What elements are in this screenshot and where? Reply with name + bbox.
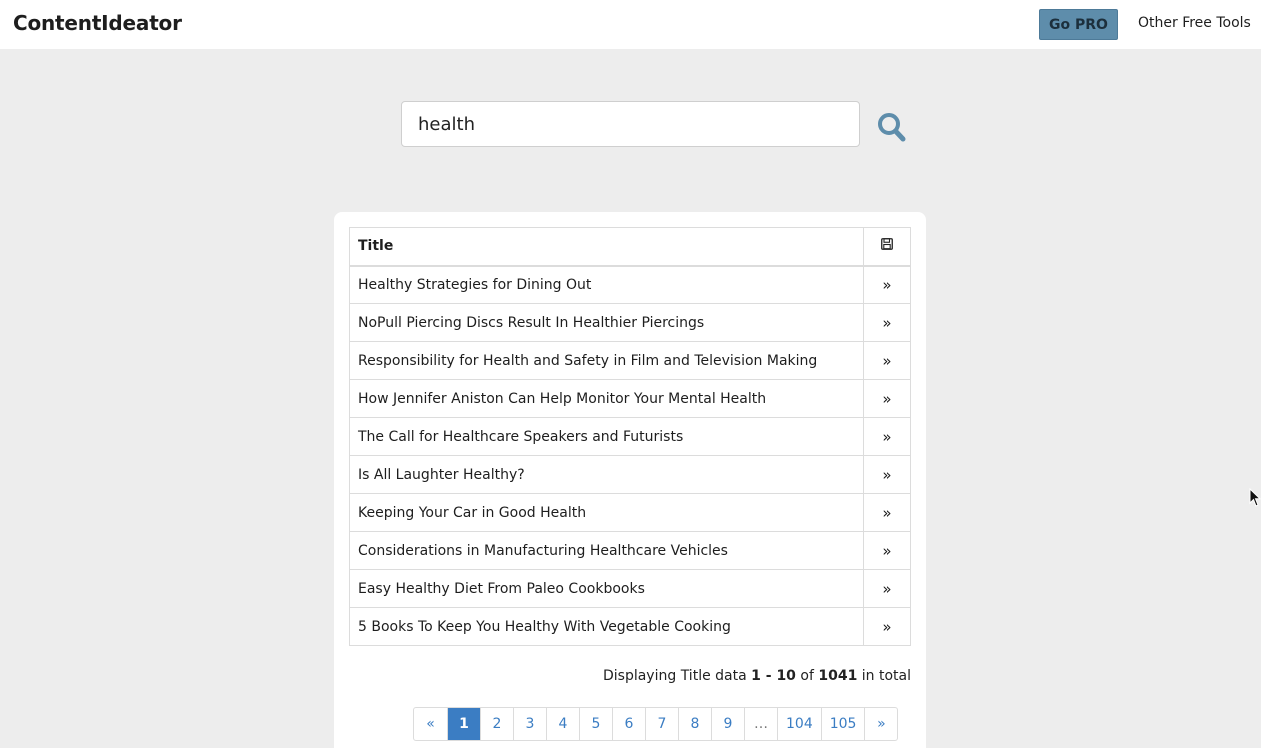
pagination-page-3[interactable]: 3 [513, 708, 546, 740]
row-open-button[interactable]: » [863, 607, 911, 646]
table-row: Keeping Your Car in Good Health» [349, 493, 911, 532]
pagination-ellipsis: … [744, 708, 777, 740]
pagination-page-6[interactable]: 6 [612, 708, 645, 740]
results-table: Title Healthy Strategies for Dining Out»… [349, 227, 911, 646]
table-row: The Call for Healthcare Speakers and Fut… [349, 417, 911, 456]
search-input[interactable] [401, 101, 860, 147]
table-row: How Jennifer Aniston Can Help Monitor Yo… [349, 379, 911, 418]
pagination-page-2[interactable]: 2 [480, 708, 513, 740]
top-navbar: ContentIdeator Go PRO Other Free Tools [0, 0, 1261, 49]
table-row: Considerations in Manufacturing Healthca… [349, 531, 911, 570]
row-title[interactable]: Considerations in Manufacturing Healthca… [349, 531, 864, 570]
table-row: Easy Healthy Diet From Paleo Cookbooks» [349, 569, 911, 608]
pagination-page-4[interactable]: 4 [546, 708, 579, 740]
row-open-button[interactable]: » [863, 455, 911, 494]
row-open-button[interactable]: » [863, 265, 911, 304]
table-header-row: Title [349, 227, 911, 267]
row-title[interactable]: Keeping Your Car in Good Health [349, 493, 864, 532]
row-open-button[interactable]: » [863, 303, 911, 342]
results-card: Title Healthy Strategies for Dining Out»… [334, 212, 926, 748]
row-title[interactable]: The Call for Healthcare Speakers and Fut… [349, 417, 864, 456]
row-open-button[interactable]: » [863, 569, 911, 608]
pagination-page-5[interactable]: 5 [579, 708, 612, 740]
row-open-button[interactable]: » [863, 341, 911, 380]
save-icon [881, 238, 893, 251]
pagination-page-9[interactable]: 9 [711, 708, 744, 740]
other-free-tools-link[interactable]: Other Free Tools [1138, 15, 1251, 31]
row-title[interactable]: Healthy Strategies for Dining Out [349, 265, 864, 304]
pagination-next[interactable]: » [864, 708, 897, 740]
row-open-button[interactable]: » [863, 417, 911, 456]
table-row: Is All Laughter Healthy?» [349, 455, 911, 494]
summary-prefix: Displaying Title data [602, 668, 752, 684]
save-all-button[interactable] [863, 227, 911, 267]
table-row: Responsibility for Health and Safety in … [349, 341, 911, 380]
row-open-button[interactable]: » [863, 531, 911, 570]
summary-total: 1041 [818, 668, 858, 684]
brand-logo[interactable]: ContentIdeator [13, 11, 182, 35]
pagination: « 1 2 3 4 5 6 7 8 9 … 104 105 » [413, 707, 899, 741]
pagination-prev[interactable]: « [414, 708, 447, 740]
pagination-page-7[interactable]: 7 [645, 708, 678, 740]
pagination-page-1[interactable]: 1 [447, 708, 480, 740]
table-row: 5 Books To Keep You Healthy With Vegetab… [349, 607, 911, 646]
row-title[interactable]: Easy Healthy Diet From Paleo Cookbooks [349, 569, 864, 608]
row-title[interactable]: Is All Laughter Healthy? [349, 455, 864, 494]
pagination-page-105[interactable]: 105 [820, 708, 865, 740]
pagination-page-104[interactable]: 104 [777, 708, 821, 740]
row-title[interactable]: NoPull Piercing Discs Result In Healthie… [349, 303, 864, 342]
row-open-button[interactable]: » [863, 379, 911, 418]
column-header-title: Title [349, 227, 864, 267]
summary-range: 1 - 10 [751, 668, 796, 684]
row-open-button[interactable]: » [863, 493, 911, 532]
pagination-page-8[interactable]: 8 [678, 708, 711, 740]
row-title[interactable]: Responsibility for Health and Safety in … [349, 341, 864, 380]
table-row: NoPull Piercing Discs Result In Healthie… [349, 303, 911, 342]
row-title[interactable]: 5 Books To Keep You Healthy With Vegetab… [349, 607, 864, 646]
table-row: Healthy Strategies for Dining Out» [349, 265, 911, 304]
search-button[interactable] [876, 110, 908, 144]
row-title[interactable]: How Jennifer Aniston Can Help Monitor Yo… [349, 379, 864, 418]
summary-suffix: in total [857, 668, 911, 684]
go-pro-button[interactable]: Go PRO [1039, 9, 1118, 40]
search-icon [878, 113, 906, 142]
results-summary: Displaying Title data 1 - 10 of 1041 in … [603, 668, 911, 684]
summary-of: of [795, 668, 819, 684]
mouse-cursor-icon [1249, 488, 1261, 507]
